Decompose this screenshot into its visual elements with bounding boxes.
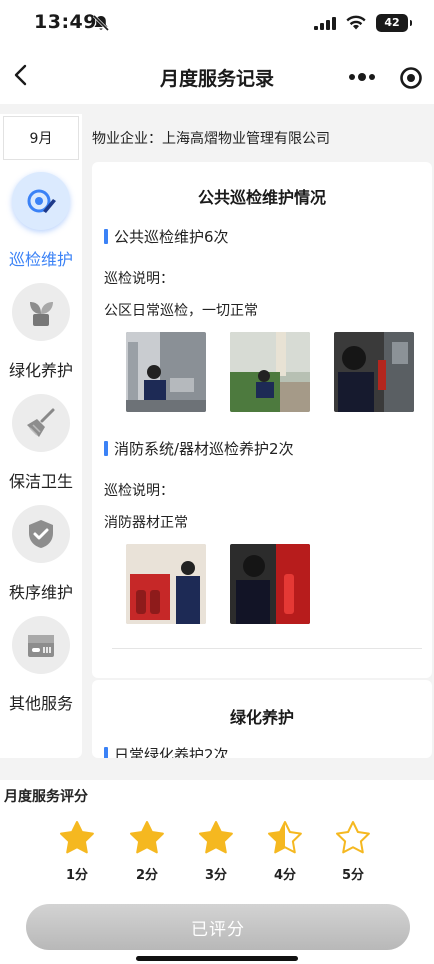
broom-icon — [12, 394, 70, 452]
nav-bar: 月度服务记录 — [0, 48, 434, 104]
card-title: 公共巡检维护情况 — [197, 188, 326, 207]
company-name: 物业企业：上海高熠物业管理有限公司 — [92, 131, 330, 147]
sidebar-item-label: 巡检维护 — [8, 250, 73, 269]
inspection-card: 公共巡检维护情况 公共巡检维护6次 巡检说明： 公区日常巡检，一切正常 消防系统… — [92, 162, 432, 678]
card-title: 绿化养护 — [229, 708, 294, 727]
status-time: 13:49 — [34, 11, 97, 33]
section-heading: 消防系统/器材巡检养护2次 — [104, 438, 294, 459]
rating-panel: 月度服务评分 1分 2分 3分 4分 5分 已评分 — [0, 780, 434, 964]
inspection-photo[interactable] — [126, 332, 206, 412]
star-icon — [60, 821, 94, 854]
section-heading: 日常绿化养护2次 — [104, 744, 229, 758]
star-icon — [199, 821, 233, 854]
plant-icon — [12, 283, 70, 341]
sidebar-item-inspection[interactable]: 巡检维护 — [0, 172, 82, 270]
rating-star-2[interactable]: 2分 — [122, 820, 172, 883]
star-icon — [336, 821, 370, 854]
category-sidebar: 9月 巡检维护 绿化养护 保洁卫生 秩序维护 其他服务 — [0, 114, 82, 758]
sidebar-item-cleaning[interactable]: 保洁卫生 — [0, 394, 82, 492]
star-icon — [130, 821, 164, 854]
sidebar-item-greening[interactable]: 绿化养护 — [0, 283, 82, 381]
rating-star-1[interactable]: 1分 — [52, 820, 102, 883]
sidebar-item-label: 绿化养护 — [8, 361, 73, 380]
more-options-icon[interactable] — [349, 73, 375, 81]
sidebar-item-label: 秩序维护 — [8, 583, 73, 602]
month-selector[interactable]: 9月 — [3, 116, 79, 160]
rated-button[interactable]: 已评分 — [26, 904, 410, 950]
sidebar-item-order[interactable]: 秩序维护 — [0, 505, 82, 603]
inspection-icon — [12, 172, 70, 230]
greening-card: 绿化养护 日常绿化养护2次 — [92, 680, 432, 758]
note-label: 巡检说明： — [104, 271, 174, 287]
battery-level: 42 — [384, 16, 400, 29]
section-divider — [112, 648, 422, 649]
bell-off-icon — [92, 14, 110, 32]
section-heading: 公共巡检维护6次 — [104, 226, 229, 247]
rating-star-5[interactable]: 5分 — [328, 820, 378, 883]
rating-star-4[interactable]: 4分 — [260, 820, 310, 883]
sidebar-item-other[interactable]: 其他服务 — [0, 616, 82, 714]
star-label: 4分 — [273, 868, 297, 883]
star-label: 3分 — [204, 868, 228, 883]
note-text: 公区日常巡检，一切正常 — [104, 303, 258, 319]
rating-star-3[interactable]: 3分 — [191, 820, 241, 883]
fire-equipment-photo[interactable] — [126, 544, 206, 624]
star-icon — [268, 821, 302, 854]
home-indicator — [136, 956, 298, 961]
sidebar-item-label: 其他服务 — [8, 694, 73, 713]
note-label: 巡检说明： — [104, 483, 174, 499]
wifi-icon — [346, 15, 366, 30]
service-box-icon — [12, 616, 70, 674]
sidebar-item-label: 保洁卫生 — [8, 472, 73, 491]
rating-title: 月度服务评分 — [4, 789, 88, 805]
inspection-photo[interactable] — [334, 332, 414, 412]
cellular-signal-icon — [314, 16, 336, 30]
close-miniprogram-icon[interactable] — [399, 66, 423, 90]
battery-icon: 42 — [376, 14, 412, 32]
status-bar: 13:49 42 — [0, 0, 434, 48]
fire-equipment-photo[interactable] — [230, 544, 310, 624]
star-label: 2分 — [135, 868, 159, 883]
star-label: 5分 — [341, 868, 365, 883]
shield-icon — [12, 505, 70, 563]
note-text: 消防器材正常 — [104, 515, 188, 531]
star-label: 1分 — [65, 868, 89, 883]
inspection-photo[interactable] — [230, 332, 310, 412]
